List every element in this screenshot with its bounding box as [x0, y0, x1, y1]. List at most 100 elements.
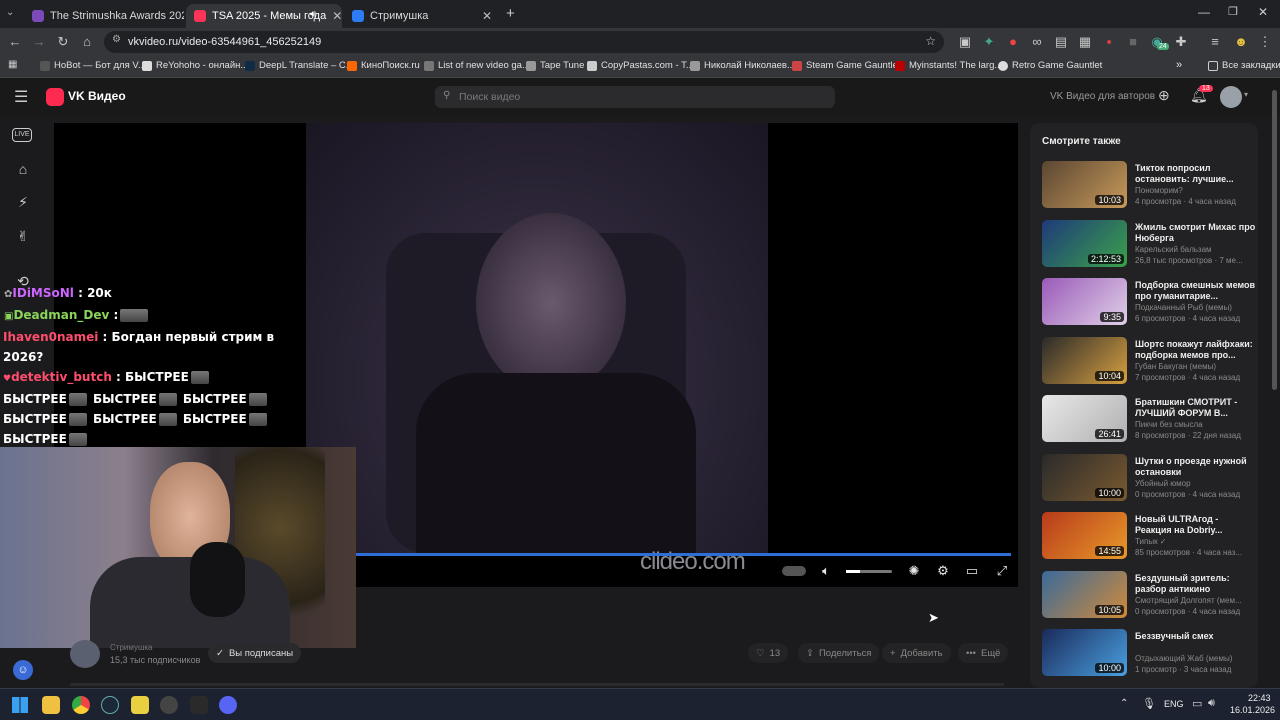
- recommendation-item[interactable]: 26:41 Братишкин СМОТРИТ - ЛУЧШИЙ ФОРУМ В.…: [1042, 395, 1257, 445]
- video-title[interactable]: Жмиль смотрит Михас про Нюберга: [1135, 222, 1257, 244]
- home-icon[interactable]: ⌂: [12, 158, 34, 180]
- recommendation-item[interactable]: 14:55 Новый ULTRAгод - Реакция на Dobriy.…: [1042, 512, 1257, 562]
- video-title[interactable]: Подборка смешных мемов про гуманитарие..…: [1135, 280, 1257, 302]
- tray-chevron-icon[interactable]: ⌃: [1120, 698, 1128, 709]
- window-close-button[interactable]: ✕: [1258, 5, 1268, 19]
- video-thumbnail[interactable]: 14:55: [1042, 512, 1127, 559]
- miniplayer-icon[interactable]: ▭: [964, 563, 980, 579]
- channel-avatar[interactable]: [70, 640, 100, 668]
- profile-avatar[interactable]: ☻: [1232, 33, 1250, 51]
- file-explorer-icon[interactable]: [42, 696, 60, 714]
- video-thumbnail[interactable]: 10:00: [1042, 453, 1127, 501]
- video-frame[interactable]: [306, 123, 768, 553]
- extension-icon[interactable]: ▪: [1100, 33, 1118, 51]
- video-channel[interactable]: Карельский бальзам: [1135, 245, 1257, 254]
- recommendation-item[interactable]: 10:00 Беззвучный смех Отдыхающий Жаб (мемы…: [1042, 629, 1257, 679]
- video-channel[interactable]: Убойный юмор: [1135, 479, 1257, 488]
- chrome-icon[interactable]: [72, 696, 90, 714]
- menu-dots-icon[interactable]: ⋮: [1256, 33, 1274, 51]
- trending-icon[interactable]: ⚡︎: [12, 191, 34, 213]
- support-icon[interactable]: ☺︎: [13, 660, 33, 680]
- reload-icon[interactable]: ↻: [54, 33, 72, 51]
- hamburger-menu-icon[interactable]: ☰: [14, 87, 28, 107]
- video-title[interactable]: Шортс покажут лайфхаки: подборка мемов п…: [1135, 339, 1257, 361]
- like-button[interactable]: ♡ 13: [748, 643, 789, 663]
- bookmark-item[interactable]: Myinstants! The larg...: [895, 60, 1002, 71]
- user-avatar[interactable]: [1220, 86, 1242, 108]
- bookmark-item[interactable]: ReYohoho - онлайн...: [142, 60, 248, 71]
- video-channel[interactable]: Отдыхающий Жаб (мемы): [1135, 654, 1257, 663]
- video-title[interactable]: Бездушный зритель: разбор антикино: [1135, 573, 1257, 595]
- close-icon[interactable]: ✕: [476, 9, 492, 23]
- volume-icon[interactable]: 🔈︎: [818, 563, 834, 579]
- tab-search-icon[interactable]: ⌄: [6, 7, 14, 18]
- subscribed-button[interactable]: ✓ Вы подписаны: [208, 643, 302, 663]
- video-channel[interactable]: Пономорим?: [1135, 186, 1257, 195]
- bookmark-item[interactable]: CopyPastas.com - T...: [587, 60, 694, 71]
- close-icon[interactable]: ✕: [326, 9, 342, 23]
- video-progress-bar[interactable]: [356, 553, 1011, 556]
- bookmark-star-icon[interactable]: ☆: [925, 34, 936, 48]
- video-thumbnail[interactable]: 10:00: [1042, 629, 1127, 676]
- clock-date[interactable]: 16.01.2026: [1230, 705, 1275, 715]
- all-bookmarks[interactable]: Все закладки: [1208, 60, 1280, 71]
- minimize-button[interactable]: —: [1198, 5, 1210, 19]
- video-title[interactable]: Шутки о проезде нужной остановки: [1135, 456, 1257, 478]
- video-title[interactable]: Тикток попросил остановить: лучшие...: [1135, 163, 1257, 185]
- volume-slider[interactable]: [846, 570, 892, 573]
- site-info-icon[interactable]: ⚙: [112, 34, 121, 45]
- video-thumbnail[interactable]: 2:12:53: [1042, 219, 1127, 267]
- apps-grid-icon[interactable]: ▦: [8, 59, 17, 70]
- app-icon[interactable]: [160, 696, 178, 714]
- bookmark-item[interactable]: DeepL Translate – С...: [245, 60, 354, 71]
- tab-strimushka[interactable]: Стримушка ✕: [344, 4, 500, 28]
- video-thumbnail[interactable]: 10:04: [1042, 336, 1127, 384]
- share-button[interactable]: ⇪ Поделиться: [798, 643, 880, 663]
- search-input[interactable]: ⚲ Поиск видео: [435, 86, 835, 108]
- clock-time[interactable]: 22:43: [1248, 693, 1271, 703]
- speaker-icon[interactable]: 🔊︎: [310, 9, 316, 20]
- page-scrollbar[interactable]: [1272, 90, 1277, 390]
- recommendation-item[interactable]: 10:05 Бездушный зритель: разбор антикино С…: [1042, 570, 1257, 621]
- bookmark-item[interactable]: Retro Game Gauntlet: [998, 60, 1102, 71]
- bookmark-item[interactable]: List of new video ga...: [424, 60, 530, 71]
- video-channel[interactable]: Пикчи без смысла: [1135, 420, 1257, 429]
- extensions-puzzle-icon[interactable]: ✚: [1172, 33, 1190, 51]
- bookmark-item[interactable]: Steam Game Gauntlet: [792, 60, 901, 71]
- restore-button[interactable]: ❐: [1228, 5, 1238, 18]
- live-icon[interactable]: LIVE: [12, 128, 32, 142]
- media-controls-icon[interactable]: ≡: [1206, 33, 1224, 51]
- recommendation-item[interactable]: 10:00 Шутки о проезде нужной остановки Убо…: [1042, 453, 1257, 504]
- video-title[interactable]: Братишкин СМОТРИТ - ЛУЧШИЙ ФОРУМ В...: [1135, 397, 1257, 419]
- recommendation-item[interactable]: 9:35 Подборка смешных мемов про гуманитар…: [1042, 278, 1257, 328]
- add-button[interactable]: + Добавить: [882, 643, 951, 663]
- extension-icon[interactable]: ▣: [956, 33, 974, 51]
- app-icon[interactable]: [190, 696, 208, 714]
- video-thumbnail[interactable]: 9:35: [1042, 278, 1127, 325]
- recommendation-item[interactable]: 10:03 Тикток попросил остановить: лучшие.…: [1042, 161, 1257, 211]
- upload-plus-icon[interactable]: ⊕: [1158, 87, 1170, 104]
- address-bar[interactable]: ⚙ vkvideo.ru/video-63544961_456252149 ☆: [104, 31, 944, 53]
- video-thumbnail[interactable]: 26:41: [1042, 395, 1127, 442]
- language-indicator[interactable]: ENG: [1164, 699, 1184, 709]
- extension-icon[interactable]: ∞: [1028, 33, 1046, 51]
- video-title[interactable]: Новый ULTRAгод - Реакция на Dobriy...: [1135, 514, 1257, 536]
- video-thumbnail[interactable]: 10:03: [1042, 161, 1127, 208]
- vk-logo-text[interactable]: VK Видео: [68, 89, 126, 103]
- mic-icon[interactable]: 🎙︎: [1142, 697, 1156, 710]
- more-button[interactable]: ••• Ещё: [958, 643, 1009, 663]
- recommendation-item[interactable]: 2:12:53 Жмиль смотрит Михас про Нюберга Ка…: [1042, 219, 1257, 270]
- extension-icon[interactable]: ▤: [1052, 33, 1070, 51]
- video-channel[interactable]: Смотрящий Долгопят (мем...: [1135, 596, 1257, 605]
- back-icon[interactable]: ←: [6, 33, 24, 51]
- windows-start-icon[interactable]: [12, 697, 28, 713]
- app-icon[interactable]: [131, 696, 149, 714]
- tab-tsa-2025[interactable]: TSA 2025 - Мемы года 🔊︎ ✕: [186, 4, 342, 28]
- bookmark-item[interactable]: Николай Николаев...: [690, 60, 795, 71]
- extension-icon[interactable]: ▦: [1076, 33, 1094, 51]
- recommendation-item[interactable]: 10:04 Шортс покажут лайфхаки: подборка ме…: [1042, 336, 1257, 387]
- tab-strimushka-awards[interactable]: The Strimushka Awards 2025 - ... ✕: [24, 4, 184, 28]
- channel-name[interactable]: Стримушка: [110, 643, 153, 652]
- shorts-icon[interactable]: ✌︎: [12, 225, 34, 247]
- autoplay-toggle[interactable]: [782, 566, 806, 576]
